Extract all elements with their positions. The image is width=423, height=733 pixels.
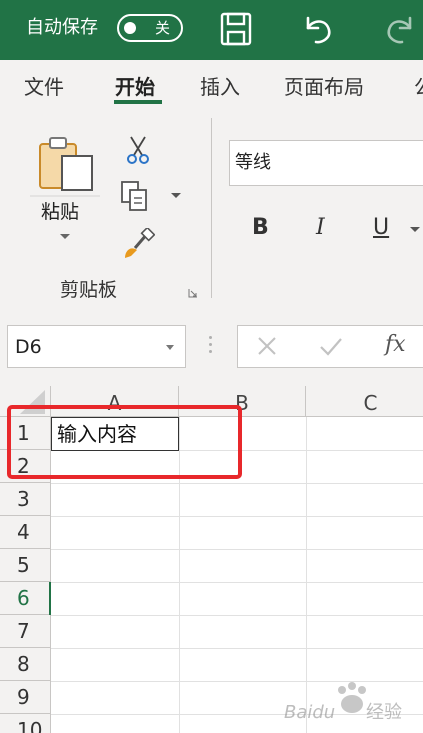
gridline — [51, 615, 423, 616]
fx-icon[interactable]: fx — [385, 330, 406, 360]
name-box-dropdown-caret[interactable] — [166, 345, 174, 350]
row-header[interactable]: 7 — [0, 615, 51, 648]
save-icon[interactable] — [220, 12, 252, 46]
ribbon-tabs: 文件 开始 插入 页面布局 公 — [0, 60, 423, 116]
autosave-label: 自动保存 — [26, 16, 98, 40]
gridline — [51, 483, 423, 484]
paste-label[interactable]: 粘贴 — [41, 200, 79, 224]
tab-insert[interactable]: 插入 — [200, 74, 240, 100]
row-header[interactable]: 8 — [0, 648, 51, 681]
italic-button[interactable]: I — [316, 214, 325, 242]
row-header[interactable]: 4 — [0, 516, 51, 549]
redo-icon[interactable] — [384, 12, 416, 46]
active-row-indicator — [49, 582, 51, 615]
paste-dropdown-caret[interactable] — [60, 234, 70, 239]
watermark-logo: Baidu 经验 — [280, 680, 420, 724]
gridline — [51, 582, 423, 583]
bold-button[interactable]: B — [252, 214, 269, 242]
clipboard-group-label: 剪贴板 — [60, 278, 117, 302]
column-header-c[interactable]: C — [306, 386, 423, 417]
underline-button[interactable]: U — [373, 214, 389, 242]
undo-icon[interactable] — [302, 12, 334, 46]
row-header[interactable]: 10 — [0, 714, 51, 733]
formula-bar-splitter[interactable] — [209, 336, 213, 358]
gridline — [51, 516, 423, 517]
autosave-toggle[interactable]: 关 — [117, 14, 183, 42]
dialog-launcher-icon[interactable] — [188, 288, 198, 298]
active-tab-indicator — [114, 100, 162, 104]
copy-icon[interactable] — [120, 180, 152, 212]
row-header[interactable]: 9 — [0, 681, 51, 714]
cancel-icon[interactable] — [256, 335, 278, 357]
tab-page-layout[interactable]: 页面布局 — [284, 74, 364, 100]
name-box-value: D6 — [15, 334, 42, 360]
enter-icon[interactable] — [318, 335, 344, 357]
svg-text:Baidu: Baidu — [284, 702, 335, 723]
name-box[interactable]: D6 — [7, 325, 186, 368]
cut-icon[interactable] — [125, 135, 151, 165]
tab-home[interactable]: 开始 — [115, 74, 155, 100]
gridline — [51, 648, 423, 649]
toggle-knob — [124, 22, 136, 34]
underline-dropdown-caret[interactable] — [410, 227, 420, 232]
row-header[interactable]: 3 — [0, 483, 51, 516]
svg-text:经验: 经验 — [366, 702, 402, 723]
tab-next-partial[interactable]: 公 — [414, 74, 423, 100]
highlight-annotation — [7, 405, 242, 479]
autosave-state: 关 — [155, 17, 170, 39]
tab-file[interactable]: 文件 — [24, 74, 64, 100]
row-header-active[interactable]: 6 — [0, 582, 51, 615]
font-name-input[interactable]: 等线 — [229, 140, 423, 186]
ribbon-group-divider — [211, 118, 212, 298]
row-header[interactable]: 5 — [0, 549, 51, 582]
paste-icon[interactable] — [30, 130, 100, 250]
gridline — [51, 549, 423, 550]
copy-dropdown-caret[interactable] — [171, 193, 181, 198]
format-painter-icon[interactable] — [121, 228, 155, 260]
